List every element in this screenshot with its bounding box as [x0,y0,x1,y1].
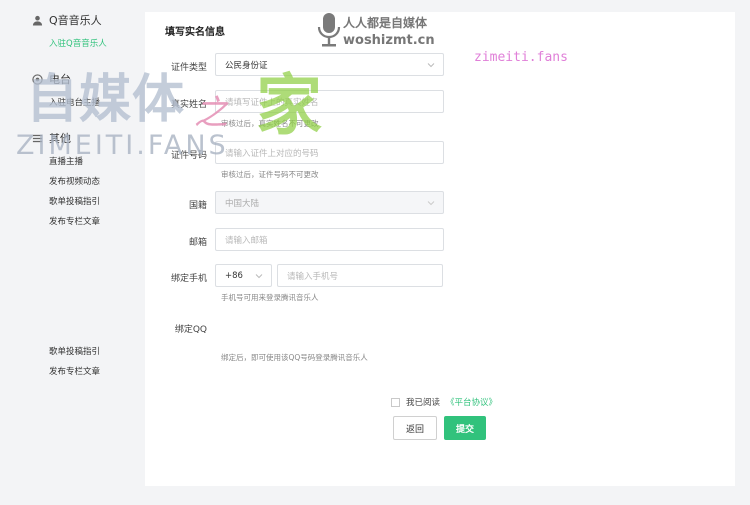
phone-hint: 手机号可用来登录腾讯音乐人 [221,293,319,302]
watermark-logo-en: ZIMEITI.FANS [16,130,229,161]
agreement-checkbox[interactable] [391,397,400,407]
sidebar-item-join-musician[interactable]: 入驻Q音音乐人 [49,37,107,49]
email-label: 邮箱 [188,238,207,248]
agreement-prefix: 我已阅读 [406,398,441,408]
sidebar-group-musician[interactable]: Q音音乐人 [32,12,102,28]
page-title: 填写实名信息 [165,27,225,38]
agreement-row: 我已阅读 《平台协议》 [391,396,497,408]
id-number-input[interactable]: 请输入证件上对应的号码 [215,141,444,164]
agreement-link[interactable]: 《平台协议》 [446,396,497,408]
id-number-hint: 审核过后，证件号码不可更改 [221,170,319,179]
id-number-placeholder: 请输入证件上对应的号码 [225,148,319,159]
phone-placeholder: 请输入手机号 [287,271,339,282]
sidebar-item-playlist-guide[interactable]: 歌单投稿指引 [49,195,100,207]
country-code-value: +86 [225,270,243,281]
submit-button[interactable]: 提交 [444,416,486,440]
email-input[interactable]: 请输入邮箱 [215,228,444,251]
person-icon [32,15,43,26]
chevron-down-icon [427,201,435,206]
chevron-down-icon [255,274,263,279]
real-name-input[interactable]: 请填写证件上的真实姓名 [215,90,444,113]
email-placeholder: 请输入邮箱 [225,235,268,246]
qq-hint: 绑定后，即可使用该QQ号码登录腾讯音乐人 [221,353,368,362]
watermark-pink-url: zimeiti.fans [474,50,568,65]
country-value: 中国大陆 [225,198,260,209]
microphone-icon [317,13,341,47]
sidebar-item-video[interactable]: 发布视频动态 [49,175,100,187]
sidebar-item-column-article[interactable]: 发布专栏文章 [49,215,100,227]
qq-label: 绑定QQ [174,325,207,335]
realname-form-panel: 填写实名信息 证件类型 公民身份证 真实姓名 请填写证件上的真实姓名 审核过后，… [145,12,735,486]
sidebar-item-column-article[interactable]: 发布专栏文章 [49,365,100,377]
watermark-site-url: woshizmt.cn [343,33,435,48]
watermark-site-name: 人人都是自媒体 [343,16,428,30]
watermark-logo: 自媒体 [26,70,186,130]
watermark-logo-zhi: 之 [194,93,228,133]
sidebar-item-playlist-guide[interactable]: 歌单投稿指引 [49,345,100,357]
id-type-select[interactable]: 公民身份证 [215,53,444,76]
country-select[interactable]: 中国大陆 [215,191,444,214]
country-code-select[interactable]: +86 [215,264,272,287]
sidebar-group-label: Q音音乐人 [49,14,102,27]
chevron-down-icon [427,63,435,68]
back-button[interactable]: 返回 [393,416,437,440]
watermark-logo-jia: 家 [256,67,322,144]
country-label: 国籍 [188,201,207,211]
phone-input[interactable]: 请输入手机号 [277,264,443,287]
phone-label: 绑定手机 [170,274,207,284]
